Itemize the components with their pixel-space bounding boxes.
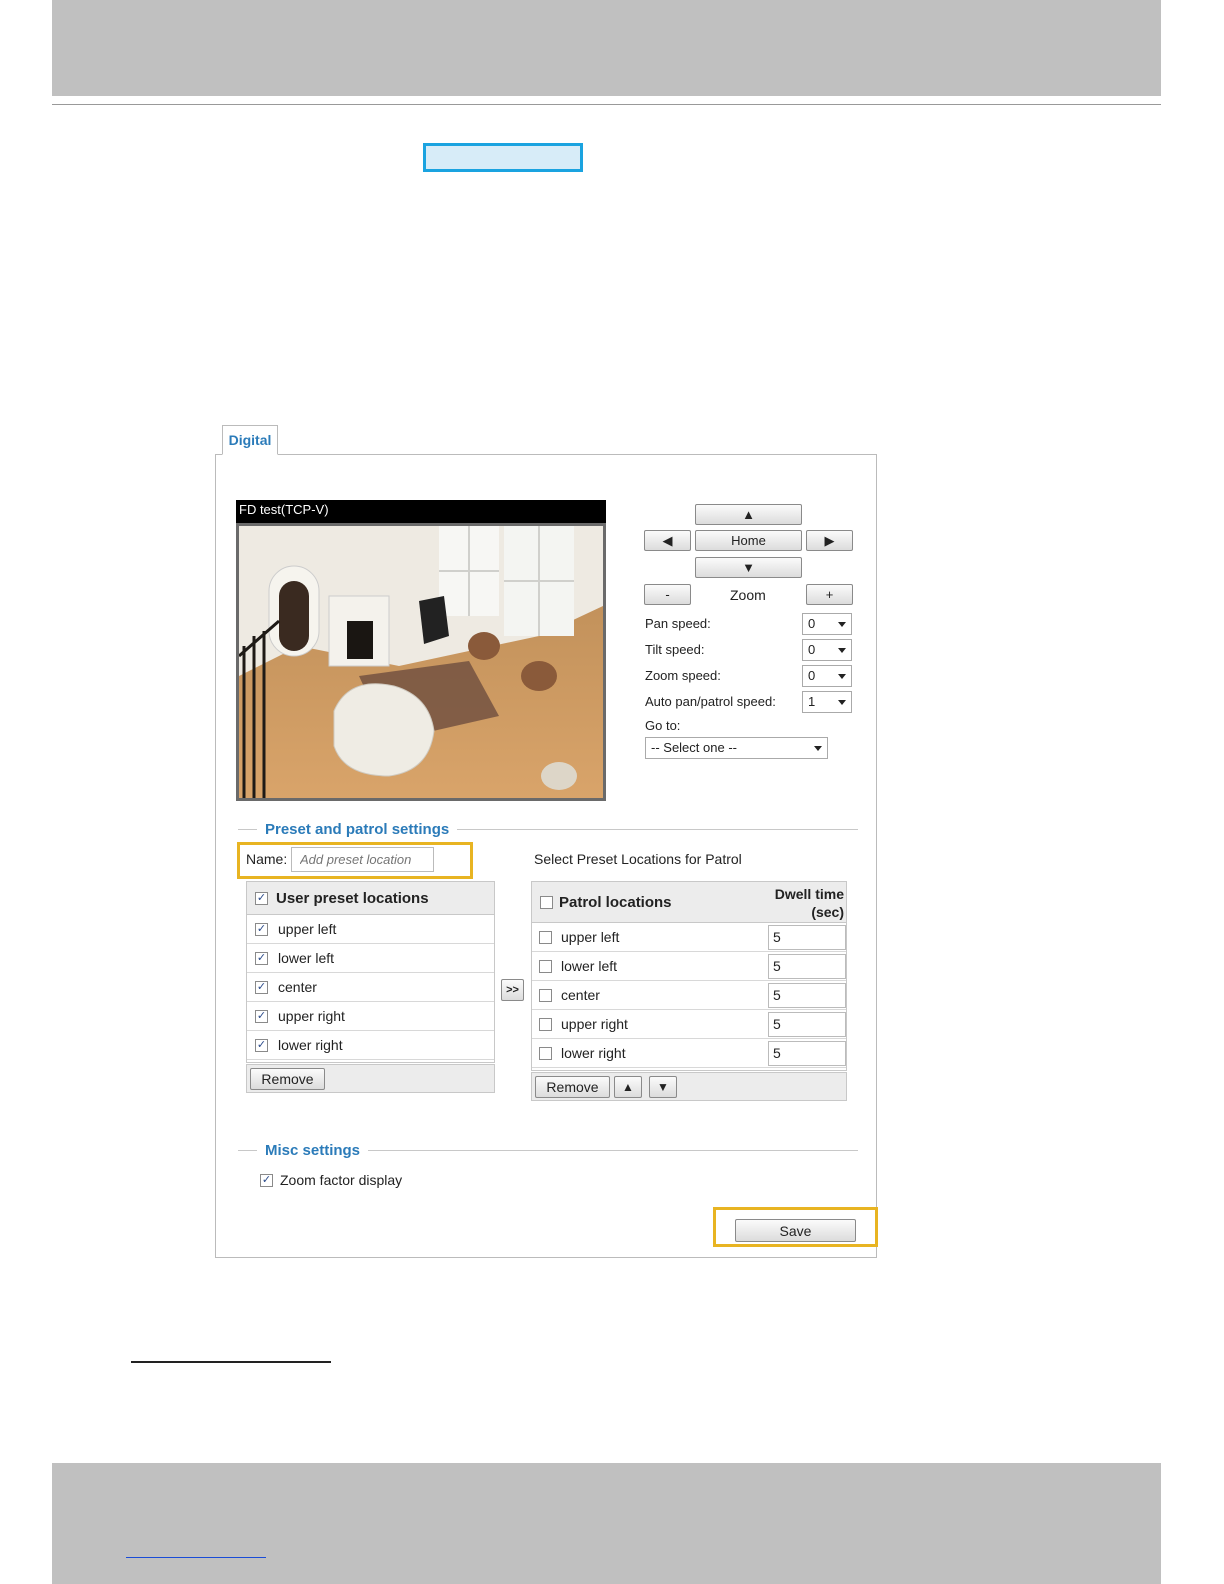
move-down-button[interactable]: ▼ [649,1076,677,1098]
list-item: ✓ upper right [247,1002,494,1031]
patrol-checkbox[interactable] [539,931,552,944]
highlighted-menu-button[interactable] [423,143,583,172]
table-row: center 5 [532,981,846,1010]
chevron-down-icon [838,674,846,679]
patrol-label: upper left [561,929,620,945]
misc-section-title: Misc settings [257,1142,369,1159]
user-preset-footer: Remove [246,1064,495,1093]
preset-label: center [278,979,317,995]
preset-checkbox[interactable]: ✓ [255,952,268,965]
preset-label: upper left [278,921,337,937]
patrol-label: center [561,987,600,1003]
dwell-time-input[interactable]: 5 [768,983,846,1008]
tilt-up-button[interactable]: ▲ [695,504,802,525]
user-preset-table: ✓ User preset locations ✓ upper left ✓ lowe… [246,881,495,1063]
dwell-header-line2: (sec) [811,904,844,920]
table-row: lower left 5 [532,952,846,981]
tilt-speed-value: 0 [808,642,816,657]
preset-checkbox[interactable]: ✓ [255,981,268,994]
select-all-user-checkbox[interactable]: ✓ [255,892,268,905]
list-item: ✓ lower right [247,1031,494,1060]
zoom-factor-checkbox[interactable]: ✓ [260,1174,273,1187]
dwell-header-line1: Dwell time [774,886,844,902]
tab-digital[interactable]: Digital [222,425,278,455]
goto-label: Go to: [645,718,681,733]
preset-checkbox[interactable]: ✓ [255,1039,268,1052]
footnote-divider [131,1361,331,1363]
add-to-patrol-button[interactable]: >> [501,979,524,1001]
auto-speed-label: Auto pan/patrol speed: [645,694,776,709]
patrol-checkbox[interactable] [539,1018,552,1031]
dwell-time-input[interactable]: 5 [768,1012,846,1037]
zoom-speed-select[interactable]: 0 [802,665,852,687]
select-all-patrol-checkbox[interactable] [540,896,553,909]
dwell-time-input[interactable]: 5 [768,1041,846,1066]
preset-checkbox[interactable]: ✓ [255,923,268,936]
patrol-checkbox[interactable] [539,989,552,1002]
zoom-speed-value: 0 [808,668,816,683]
patrol-label: upper right [561,1016,628,1032]
preset-checkbox[interactable]: ✓ [255,1010,268,1023]
camera-title: FD test(TCP-V) [236,500,606,523]
pan-speed-value: 0 [808,616,816,631]
preset-section-title: Preset and patrol settings [257,821,458,838]
remove-preset-button[interactable]: Remove [250,1068,325,1090]
remove-patrol-button[interactable]: Remove [535,1076,610,1098]
camera-live-view [236,523,606,801]
tilt-speed-label: Tilt speed: [645,642,705,657]
zoom-label: Zoom [730,587,766,603]
move-up-button[interactable]: ▲ [614,1076,642,1098]
user-preset-header-label: User preset locations [276,890,429,907]
list-item: ✓ lower left [247,944,494,973]
table-row: upper right 5 [532,1010,846,1039]
pan-left-button[interactable]: ◀ [644,530,691,551]
dwell-time-input[interactable]: 5 [768,954,846,979]
preset-label: lower right [278,1037,343,1053]
chevron-down-icon [838,622,846,627]
save-button[interactable]: Save [735,1219,856,1242]
pan-speed-label: Pan speed: [645,616,711,631]
patrol-heading: Select Preset Locations for Patrol [534,851,742,867]
patrol-checkbox[interactable] [539,1047,552,1060]
zoom-out-button[interactable]: - [644,584,691,605]
pan-speed-select[interactable]: 0 [802,613,852,635]
name-label: Name: [246,851,288,867]
patrol-label: lower left [561,958,618,974]
home-button[interactable]: Home [695,530,802,551]
patrol-table: Patrol locations Dwell time (sec) upper … [531,881,847,1071]
chevron-down-icon [814,746,822,751]
list-item: ✓ upper left [247,915,494,944]
footer-bar [52,1463,1161,1584]
tilt-down-button[interactable]: ▼ [695,557,802,578]
auto-speed-select[interactable]: 1 [802,691,852,713]
patrol-footer: Remove ▲ ▼ [531,1072,847,1101]
preset-label: upper right [278,1008,345,1024]
goto-value: -- Select one -- [651,740,737,755]
preset-label: lower left [278,950,335,966]
tilt-speed-select[interactable]: 0 [802,639,852,661]
table-row: lower right 5 [532,1039,846,1068]
user-preset-header: ✓ User preset locations [247,882,494,915]
living-room-image [239,526,603,798]
auto-speed-value: 1 [808,694,816,709]
list-item: ✓ center [247,973,494,1002]
goto-select[interactable]: -- Select one -- [645,737,828,759]
preset-name-input[interactable] [291,847,434,872]
table-row: upper left 5 [532,923,846,952]
zoom-factor-label: Zoom factor display [280,1172,403,1188]
patrol-label: lower right [561,1045,626,1061]
zoom-speed-label: Zoom speed: [645,668,721,683]
patrol-header-label: Patrol locations [559,894,672,911]
dwell-time-input[interactable]: 5 [768,925,846,950]
pan-right-button[interactable]: ▶ [806,530,853,551]
zoom-in-button[interactable]: + [806,584,853,605]
header-bar [52,0,1161,96]
chevron-down-icon [838,648,846,653]
patrol-checkbox[interactable] [539,960,552,973]
patrol-header: Patrol locations Dwell time (sec) [532,882,846,923]
header-divider [52,104,1161,105]
footer-link[interactable] [126,1557,266,1558]
chevron-down-icon [838,700,846,705]
